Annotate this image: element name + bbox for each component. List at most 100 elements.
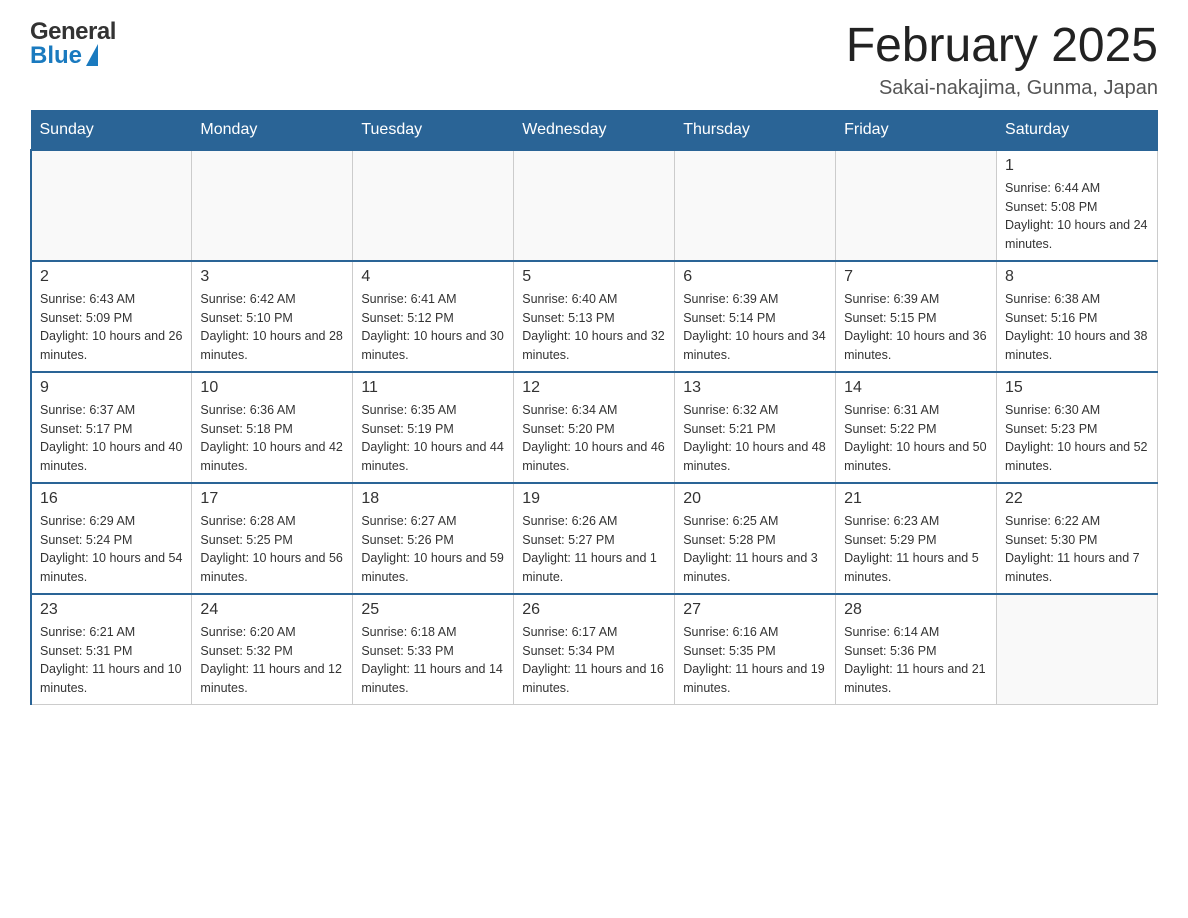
calendar-cell: 16 Sunrise: 6:29 AM Sunset: 5:24 PM Dayli…	[31, 483, 192, 594]
calendar-cell: 5 Sunrise: 6:40 AM Sunset: 5:13 PM Daylig…	[514, 261, 675, 372]
weekday-header-saturday: Saturday	[997, 110, 1158, 150]
location-text: Sakai-nakajima, Gunma, Japan	[846, 77, 1158, 100]
day-number: 22	[1005, 490, 1149, 508]
day-info: Sunrise: 6:37 AM Sunset: 5:17 PM Dayligh…	[40, 401, 183, 476]
calendar-cell: 4 Sunrise: 6:41 AM Sunset: 5:12 PM Daylig…	[353, 261, 514, 372]
calendar-cell: 28Sunrise: 6:14 AM Sunset: 5:36 PM Dayli…	[836, 594, 997, 705]
logo-triangle-icon	[86, 44, 98, 66]
weekday-header-sunday: Sunday	[31, 110, 192, 150]
day-info: Sunrise: 6:34 AM Sunset: 5:20 PM Dayligh…	[522, 401, 666, 476]
day-number: 13	[683, 379, 827, 397]
day-info: Sunrise: 6:38 AM Sunset: 5:16 PM Dayligh…	[1005, 290, 1149, 365]
day-info: Sunrise: 6:43 AM Sunset: 5:09 PM Dayligh…	[40, 290, 183, 365]
day-info: Sunrise: 6:29 AM Sunset: 5:24 PM Dayligh…	[40, 512, 183, 587]
calendar-cell: 21 Sunrise: 6:23 AM Sunset: 5:29 PM Dayli…	[836, 483, 997, 594]
week-row-1: 1 Sunrise: 6:44 AM Sunset: 5:08 PM Daylig…	[31, 150, 1158, 261]
calendar-cell: 10 Sunrise: 6:36 AM Sunset: 5:18 PM Dayli…	[192, 372, 353, 483]
day-number: 7	[844, 268, 988, 286]
calendar-cell	[192, 150, 353, 261]
title-section: February 2025 Sakai-nakajima, Gunma, Jap…	[846, 20, 1158, 100]
calendar-cell: 14 Sunrise: 6:31 AM Sunset: 5:22 PM Dayli…	[836, 372, 997, 483]
calendar-cell: 9 Sunrise: 6:37 AM Sunset: 5:17 PM Daylig…	[31, 372, 192, 483]
day-number: 10	[200, 379, 344, 397]
day-info: Sunrise: 6:32 AM Sunset: 5:21 PM Dayligh…	[683, 401, 827, 476]
calendar-cell	[31, 150, 192, 261]
day-number: 27	[683, 601, 827, 619]
week-row-5: 23 Sunrise: 6:21 AM Sunset: 5:31 PM Dayli…	[31, 594, 1158, 705]
calendar-cell: 12 Sunrise: 6:34 AM Sunset: 5:20 PM Dayli…	[514, 372, 675, 483]
day-number: 15	[1005, 379, 1149, 397]
weekday-header-wednesday: Wednesday	[514, 110, 675, 150]
logo-general-text: General	[30, 20, 116, 44]
day-info: Sunrise: 6:44 AM Sunset: 5:08 PM Dayligh…	[1005, 179, 1149, 254]
day-number: 2	[40, 268, 183, 286]
calendar-cell: 8 Sunrise: 6:38 AM Sunset: 5:16 PM Daylig…	[997, 261, 1158, 372]
calendar-cell: 26 Sunrise: 6:17 AM Sunset: 5:34 PM Dayli…	[514, 594, 675, 705]
day-info: Sunrise: 6:17 AM Sunset: 5:34 PM Dayligh…	[522, 623, 666, 698]
calendar-cell: 27 Sunrise: 6:16 AM Sunset: 5:35 PM Dayli…	[675, 594, 836, 705]
day-info: Sunrise: 6:31 AM Sunset: 5:22 PM Dayligh…	[844, 401, 988, 476]
calendar-cell: 11Sunrise: 6:35 AM Sunset: 5:19 PM Dayli…	[353, 372, 514, 483]
weekday-header-row: SundayMondayTuesdayWednesdayThursdayFrid…	[31, 110, 1158, 150]
day-number: 18	[361, 490, 505, 508]
calendar-table: SundayMondayTuesdayWednesdayThursdayFrid…	[30, 110, 1158, 705]
calendar-title: February 2025	[846, 20, 1158, 73]
calendar-cell: 24Sunrise: 6:20 AM Sunset: 5:32 PM Dayli…	[192, 594, 353, 705]
day-info: Sunrise: 6:30 AM Sunset: 5:23 PM Dayligh…	[1005, 401, 1149, 476]
day-number: 24	[200, 601, 344, 619]
week-row-4: 16 Sunrise: 6:29 AM Sunset: 5:24 PM Dayli…	[31, 483, 1158, 594]
week-row-2: 2 Sunrise: 6:43 AM Sunset: 5:09 PM Daylig…	[31, 261, 1158, 372]
day-number: 3	[200, 268, 344, 286]
calendar-cell: 1 Sunrise: 6:44 AM Sunset: 5:08 PM Daylig…	[997, 150, 1158, 261]
day-info: Sunrise: 6:40 AM Sunset: 5:13 PM Dayligh…	[522, 290, 666, 365]
weekday-header-friday: Friday	[836, 110, 997, 150]
day-number: 14	[844, 379, 988, 397]
day-number: 1	[1005, 157, 1149, 175]
day-info: Sunrise: 6:25 AM Sunset: 5:28 PM Dayligh…	[683, 512, 827, 587]
day-info: Sunrise: 6:42 AM Sunset: 5:10 PM Dayligh…	[200, 290, 344, 365]
calendar-cell	[353, 150, 514, 261]
page-header: General Blue February 2025 Sakai-nakajim…	[30, 20, 1158, 100]
calendar-cell: 19Sunrise: 6:26 AM Sunset: 5:27 PM Dayli…	[514, 483, 675, 594]
day-info: Sunrise: 6:41 AM Sunset: 5:12 PM Dayligh…	[361, 290, 505, 365]
day-number: 8	[1005, 268, 1149, 286]
calendar-cell: 25Sunrise: 6:18 AM Sunset: 5:33 PM Dayli…	[353, 594, 514, 705]
day-info: Sunrise: 6:28 AM Sunset: 5:25 PM Dayligh…	[200, 512, 344, 587]
calendar-cell	[514, 150, 675, 261]
day-number: 16	[40, 490, 183, 508]
calendar-cell: 23 Sunrise: 6:21 AM Sunset: 5:31 PM Dayli…	[31, 594, 192, 705]
logo: General Blue	[30, 20, 116, 68]
calendar-cell: 13 Sunrise: 6:32 AM Sunset: 5:21 PM Dayli…	[675, 372, 836, 483]
day-number: 5	[522, 268, 666, 286]
calendar-cell: 6Sunrise: 6:39 AM Sunset: 5:14 PM Daylig…	[675, 261, 836, 372]
day-number: 4	[361, 268, 505, 286]
day-info: Sunrise: 6:35 AM Sunset: 5:19 PM Dayligh…	[361, 401, 505, 476]
day-number: 20	[683, 490, 827, 508]
day-number: 6	[683, 268, 827, 286]
day-number: 23	[40, 601, 183, 619]
day-info: Sunrise: 6:22 AM Sunset: 5:30 PM Dayligh…	[1005, 512, 1149, 587]
day-number: 26	[522, 601, 666, 619]
day-info: Sunrise: 6:16 AM Sunset: 5:35 PM Dayligh…	[683, 623, 827, 698]
day-info: Sunrise: 6:21 AM Sunset: 5:31 PM Dayligh…	[40, 623, 183, 698]
weekday-header-monday: Monday	[192, 110, 353, 150]
day-number: 21	[844, 490, 988, 508]
calendar-cell: 15 Sunrise: 6:30 AM Sunset: 5:23 PM Dayli…	[997, 372, 1158, 483]
week-row-3: 9 Sunrise: 6:37 AM Sunset: 5:17 PM Daylig…	[31, 372, 1158, 483]
calendar-cell: 20 Sunrise: 6:25 AM Sunset: 5:28 PM Dayli…	[675, 483, 836, 594]
day-info: Sunrise: 6:27 AM Sunset: 5:26 PM Dayligh…	[361, 512, 505, 587]
day-number: 25	[361, 601, 505, 619]
calendar-cell	[997, 594, 1158, 705]
calendar-cell	[836, 150, 997, 261]
day-number: 12	[522, 379, 666, 397]
day-number: 28	[844, 601, 988, 619]
calendar-cell	[675, 150, 836, 261]
weekday-header-tuesday: Tuesday	[353, 110, 514, 150]
calendar-cell: 7Sunrise: 6:39 AM Sunset: 5:15 PM Daylig…	[836, 261, 997, 372]
logo-blue-text: Blue	[30, 44, 82, 68]
day-info: Sunrise: 6:23 AM Sunset: 5:29 PM Dayligh…	[844, 512, 988, 587]
day-number: 9	[40, 379, 183, 397]
day-info: Sunrise: 6:36 AM Sunset: 5:18 PM Dayligh…	[200, 401, 344, 476]
day-info: Sunrise: 6:26 AM Sunset: 5:27 PM Dayligh…	[522, 512, 666, 587]
calendar-cell: 22 Sunrise: 6:22 AM Sunset: 5:30 PM Dayli…	[997, 483, 1158, 594]
